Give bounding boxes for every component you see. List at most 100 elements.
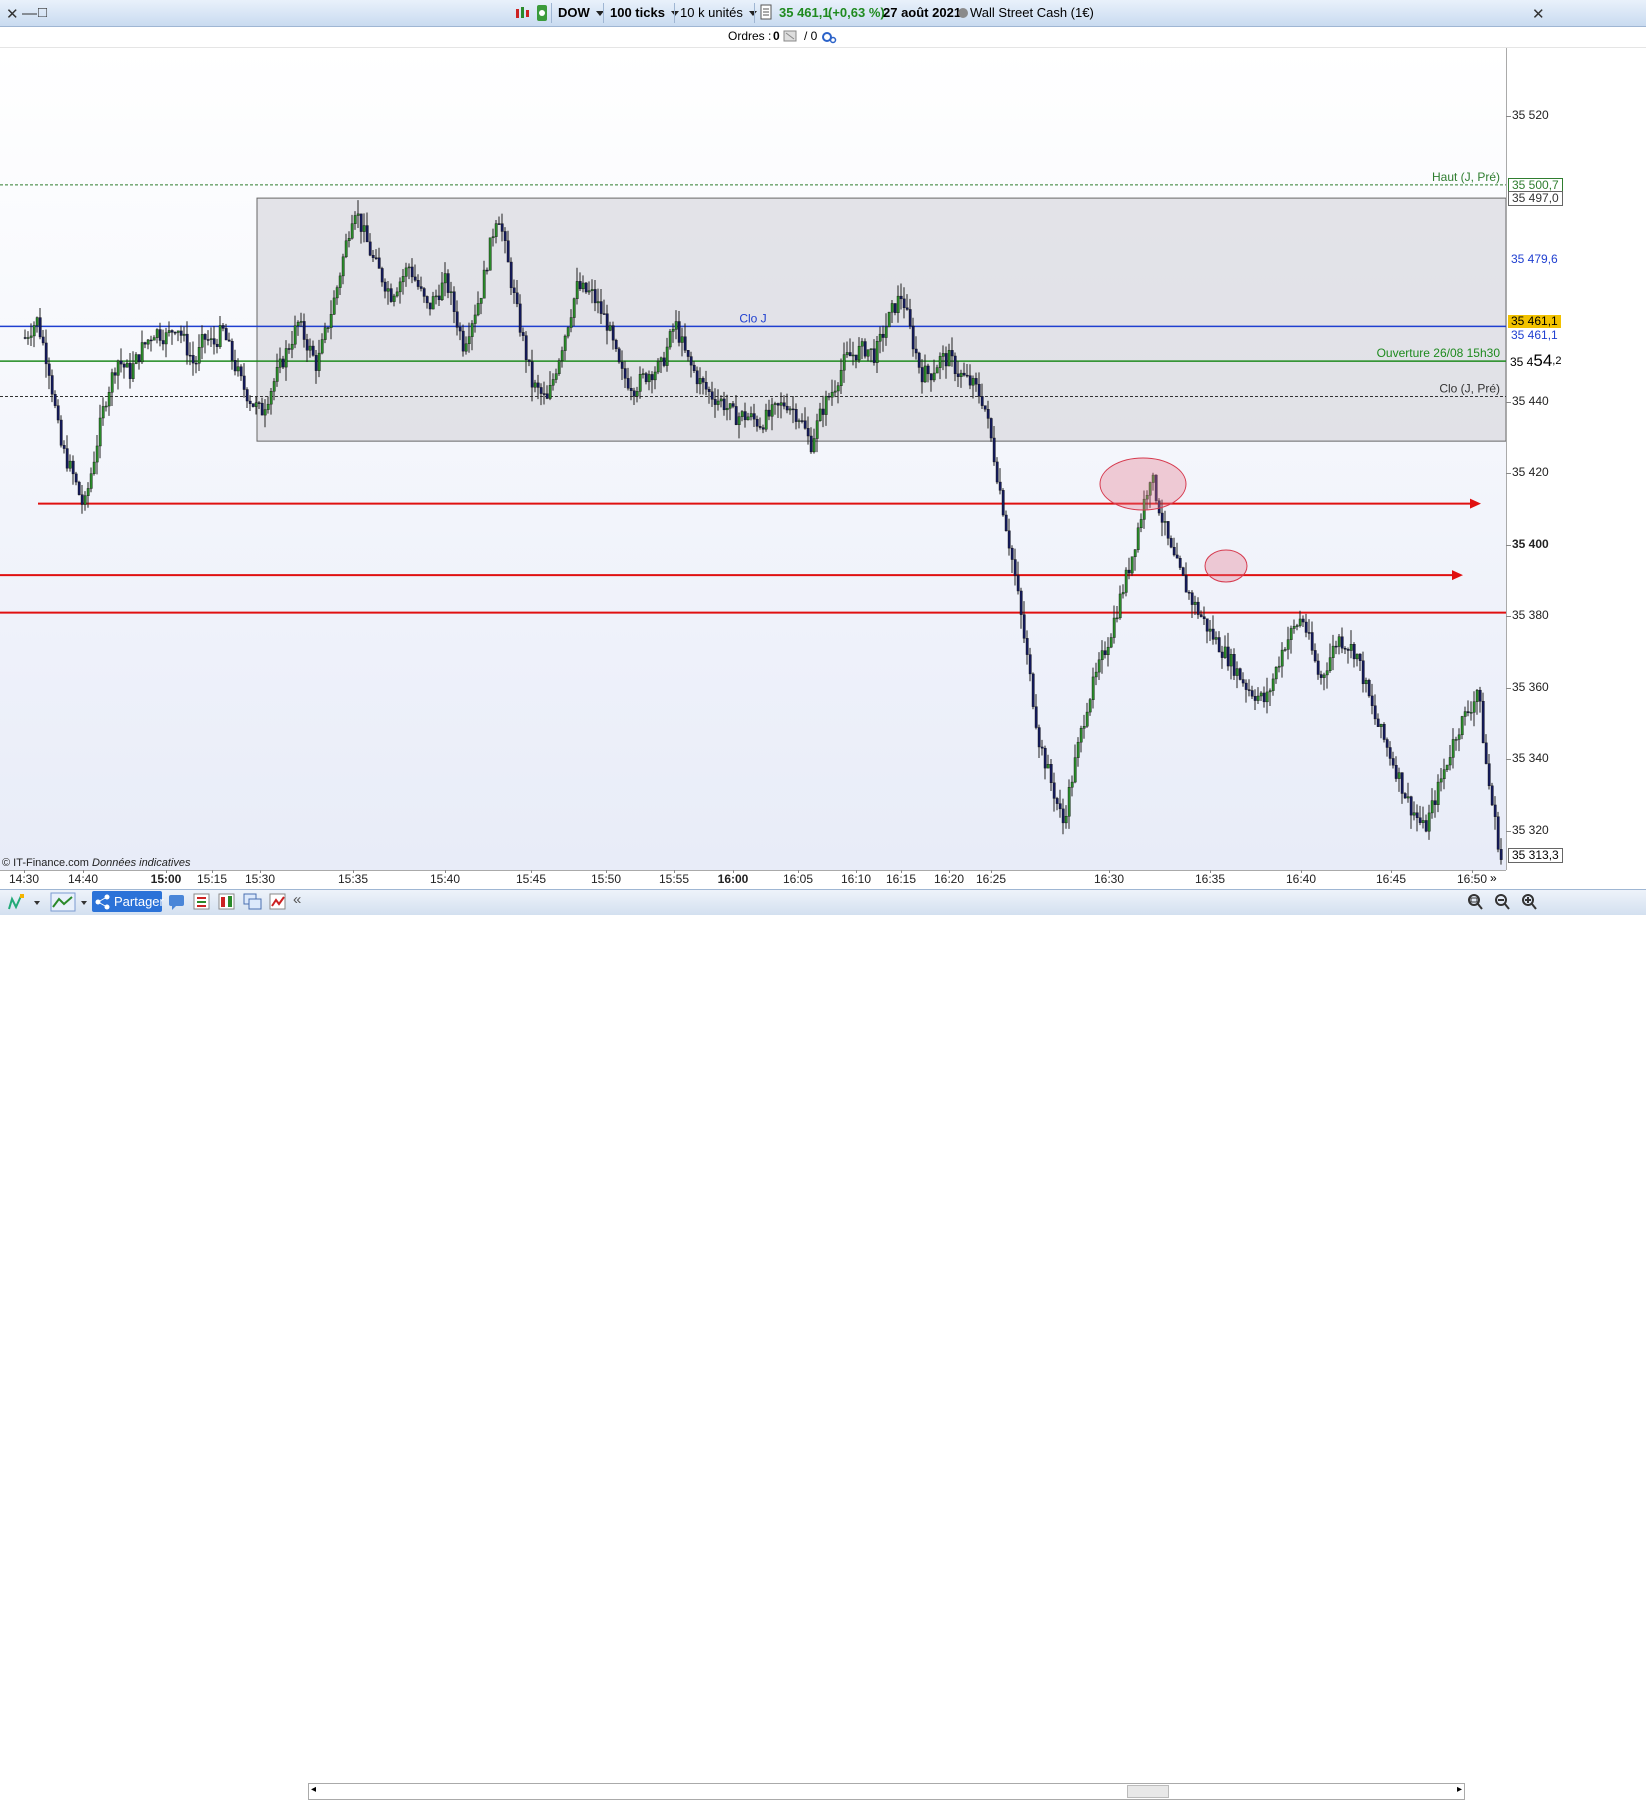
candle-body [368, 241, 372, 256]
candle-body [545, 393, 549, 399]
candle-body [440, 282, 444, 301]
candle-body [791, 408, 795, 411]
bull-bear-icon[interactable] [535, 4, 549, 22]
windows-icon[interactable] [243, 893, 263, 912]
data-note: Données indicatives [92, 857, 191, 869]
candle-body [656, 360, 660, 373]
chart-scrollbar[interactable]: ◂ ▸ [308, 1783, 1465, 1800]
scroll-right-icon[interactable]: » [1490, 871, 1497, 885]
candle-body [1214, 637, 1218, 640]
candle-body [116, 360, 120, 376]
indicator-icon[interactable] [50, 892, 76, 912]
candlestick-chart-icon[interactable] [514, 4, 532, 22]
candle-body [473, 314, 477, 324]
candle-body [1121, 592, 1125, 595]
time-tick-label: 16:30 [1093, 872, 1125, 886]
candle-body [311, 345, 315, 356]
units-select[interactable]: 10 k unités [680, 4, 757, 22]
candle-body [605, 313, 609, 331]
chevron-down-icon[interactable] [80, 893, 88, 912]
close-panel-icon[interactable]: ✕ [1532, 5, 1545, 23]
candle-body [1004, 514, 1008, 532]
settings-gear-icon[interactable] [821, 30, 837, 47]
candle-body [1370, 695, 1374, 706]
candle-body [923, 365, 927, 383]
candle-body [1097, 659, 1101, 673]
scrollbar-thumb[interactable] [1127, 1785, 1169, 1798]
candle-body [542, 393, 546, 395]
candle-body [1217, 637, 1221, 653]
candle-body [215, 343, 219, 347]
zoom-out-icon[interactable] [1493, 893, 1513, 912]
time-tick-label: 16:45 [1375, 872, 1407, 886]
info-doc-icon[interactable] [760, 4, 772, 22]
candle-body [908, 309, 912, 327]
chat-icon[interactable] [168, 893, 186, 912]
time-tick-label: 16:10 [840, 872, 872, 886]
candle-body [1199, 614, 1203, 617]
candle-body [77, 481, 81, 495]
time-tick-label: 15:35 [337, 872, 369, 886]
candle-body [578, 281, 582, 290]
orders-toggle-icon[interactable] [783, 30, 797, 45]
compare-icon[interactable] [218, 893, 236, 912]
zoom-in-icon[interactable] [1520, 893, 1540, 912]
candle-body [170, 330, 174, 333]
maximize-icon[interactable]: □ [38, 4, 47, 21]
instrument-select[interactable]: DOW [558, 4, 604, 22]
candle-body [161, 340, 165, 345]
candle-body [887, 311, 891, 328]
candle-body [221, 325, 225, 329]
candle-body [1283, 649, 1287, 651]
scroll-left-arrow-icon[interactable]: ◂ [311, 1784, 316, 1795]
candle-body [458, 327, 462, 332]
candle-body [1316, 660, 1320, 675]
order-list-icon[interactable] [193, 893, 211, 912]
minimize-icon[interactable]: — [22, 5, 37, 22]
time-tick-label: 16:05 [782, 872, 814, 886]
candle-body [815, 420, 819, 439]
candle-body [671, 329, 675, 332]
ticks-select[interactable]: 100 ticks [610, 4, 679, 22]
time-tick-label: 14:30 [8, 872, 40, 886]
candle-body [269, 391, 273, 405]
candle-body [743, 411, 747, 421]
candle-body [260, 402, 264, 416]
candle-body [335, 287, 339, 299]
candle-body [323, 327, 327, 340]
zoom-fit-icon[interactable] [1466, 893, 1486, 912]
candle-body [917, 352, 921, 368]
chevron-down-icon[interactable] [33, 893, 41, 912]
candle-body [1181, 567, 1185, 576]
scroll-right-arrow-icon[interactable]: ▸ [1457, 1784, 1462, 1795]
units-label: 10 k unités [680, 5, 743, 20]
time-tick-label: 16:15 [885, 872, 917, 886]
time-tick-mark [1109, 870, 1110, 873]
collapse-left-icon[interactable]: « [293, 891, 301, 910]
candle-body [344, 240, 348, 258]
candle-body [527, 359, 531, 362]
candle-body [1232, 654, 1236, 676]
candle-body [608, 325, 612, 331]
bottom-toolbar: Partager « ◂ ▸ [0, 889, 1646, 1800]
chart-settings-icon[interactable] [269, 893, 287, 912]
candle-body [155, 329, 159, 338]
current-price-label: 35 461,1 [1508, 315, 1561, 329]
candle-body [431, 296, 435, 310]
candle-body [59, 419, 63, 446]
time-tick-label: 15:55 [658, 872, 690, 886]
candle-body [563, 335, 567, 351]
candle-body [1067, 787, 1071, 817]
candle-body [1421, 820, 1425, 823]
pencil-icon[interactable] [6, 893, 28, 912]
candle-body [1361, 660, 1365, 685]
price-axis[interactable] [1506, 48, 1567, 870]
candle-body [770, 404, 774, 417]
candle-body [407, 266, 411, 269]
close-icon[interactable]: ✕ [6, 5, 19, 23]
price-tick-label: 35 520 [1512, 107, 1549, 122]
candle-body [650, 374, 654, 381]
candle-body [1490, 785, 1494, 806]
chart-plot-area[interactable]: Haut (J, Pré) Clo J Ouverture 26/08 15h30 C… [0, 48, 1507, 870]
share-button[interactable]: Partager [92, 891, 164, 912]
